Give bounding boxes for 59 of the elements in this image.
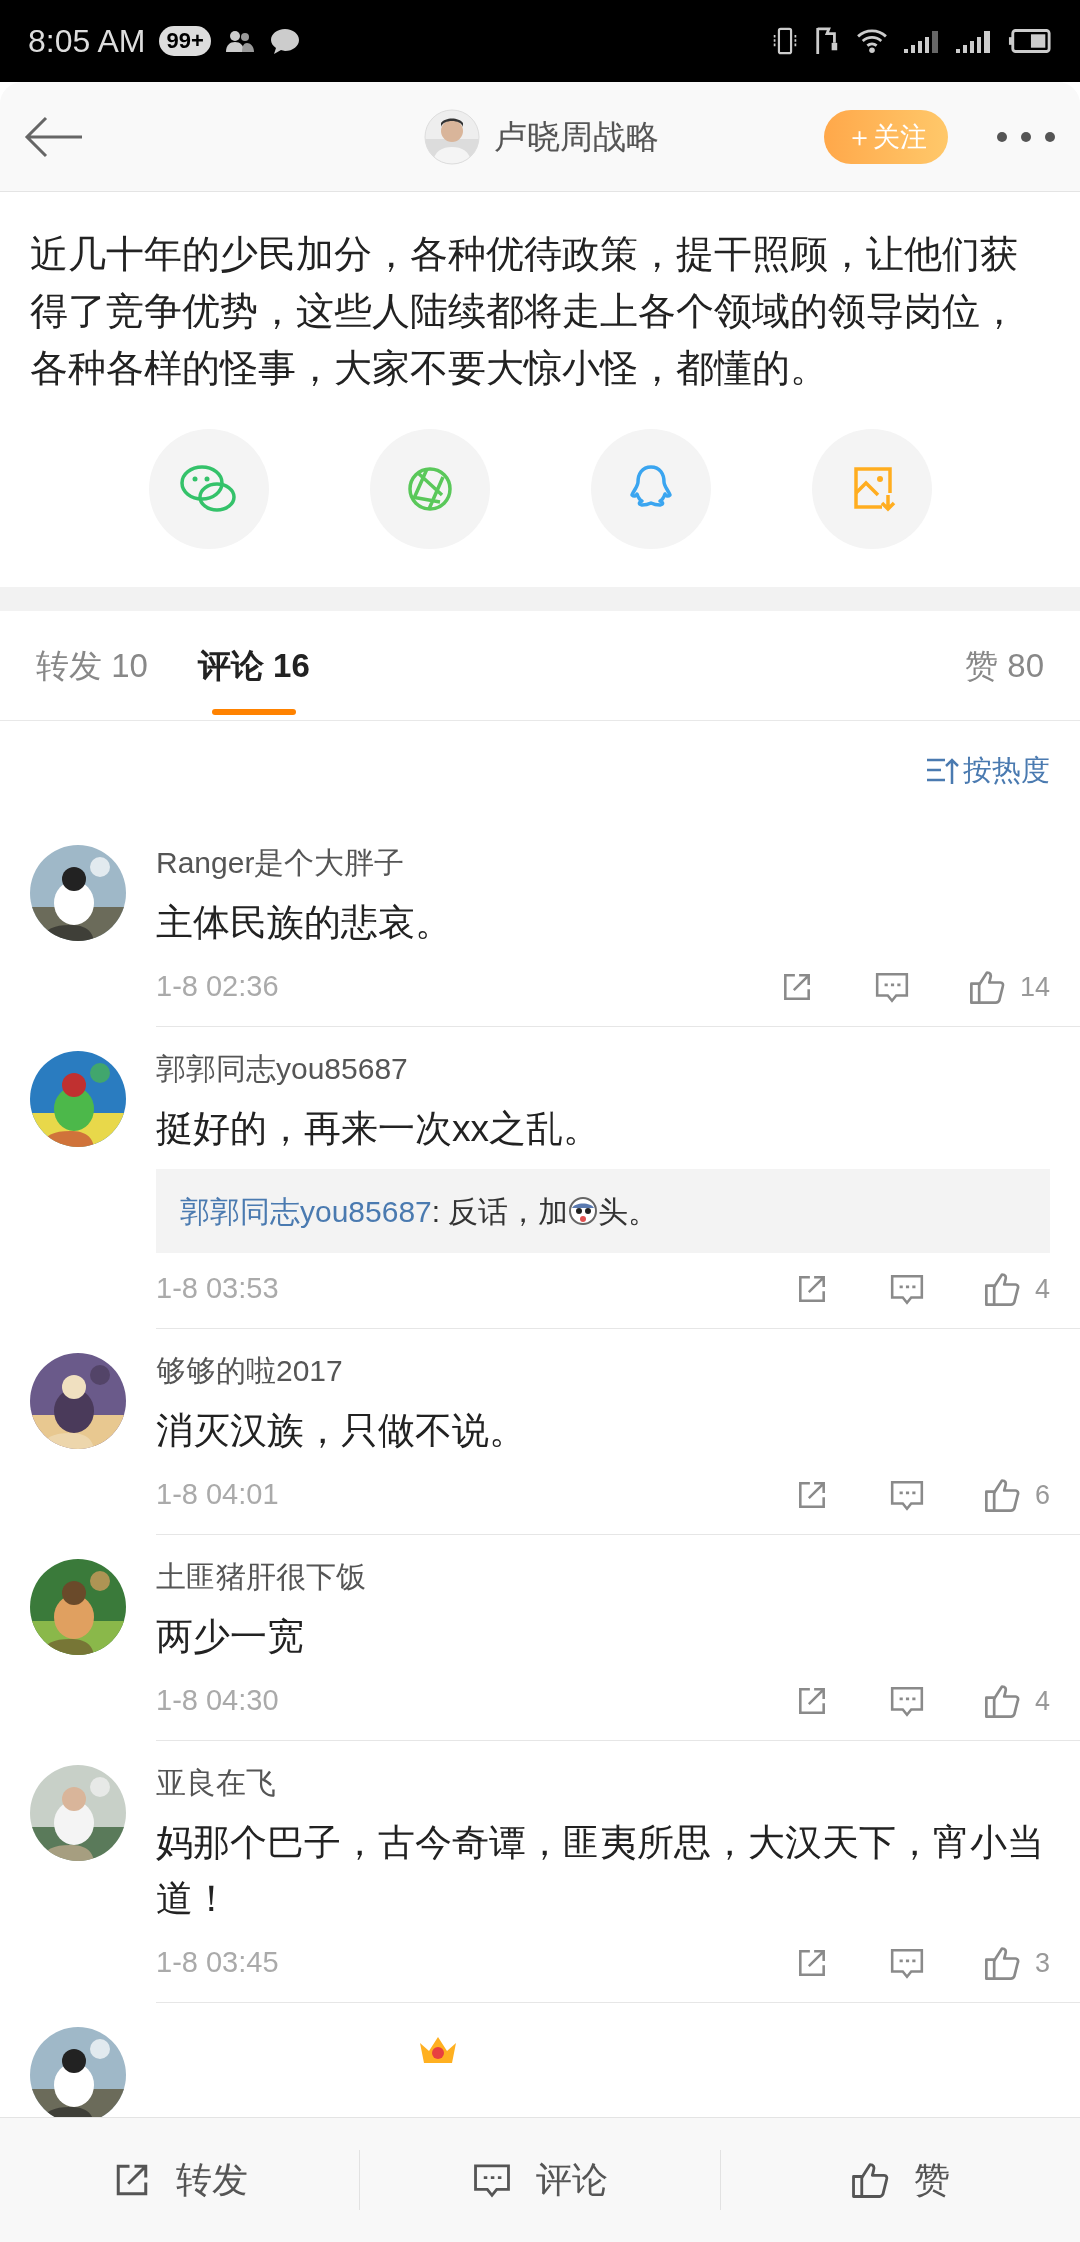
- commenter-name[interactable]: 亚良在飞: [156, 1761, 1050, 1805]
- reply-text: 头。: [598, 1193, 659, 1230]
- profile-name: 卢晓周战略: [494, 117, 659, 158]
- comment-icon[interactable]: [888, 1272, 925, 1306]
- comment-text: 主体民族的悲哀。: [156, 901, 453, 945]
- back-icon[interactable]: [24, 115, 84, 159]
- comment-icon[interactable]: [888, 1478, 925, 1512]
- comment-time: 1-8 02:36: [156, 969, 280, 1005]
- like-button[interactable]: 3: [982, 1942, 1050, 1984]
- comment-icon[interactable]: [873, 970, 910, 1004]
- contacts-icon: [224, 29, 255, 53]
- comment-time: 1-8 04:30: [156, 1683, 280, 1719]
- thumbs-up-icon: [967, 968, 1006, 1006]
- wechat-icon[interactable]: [148, 429, 269, 549]
- notification-badge: 99+: [159, 26, 211, 56]
- tab[interactable]: 评论 16: [197, 610, 310, 721]
- repost-button[interactable]: 转发: [0, 2117, 360, 2242]
- message-icon: [268, 27, 301, 55]
- comment-button[interactable]: 评论: [360, 2117, 720, 2242]
- vibrate-icon: [772, 25, 798, 57]
- comment-time: 1-8 03:45: [156, 1945, 280, 1981]
- commenter-name[interactable]: 郭郭同志you85687: [156, 1047, 1050, 1091]
- reply-author-link[interactable]: 郭郭同志you85687: [180, 1188, 432, 1234]
- sort-icon: [925, 756, 959, 786]
- thumbs-up-icon: [982, 1476, 1021, 1514]
- thumbs-up-icon: [982, 1944, 1021, 1982]
- comment-time: 1-8 03:53: [156, 1271, 280, 1307]
- tab[interactable]: 赞 80: [965, 610, 1044, 721]
- wifi-icon: [856, 28, 888, 54]
- like-button[interactable]: 6: [982, 1474, 1050, 1516]
- commenter-name[interactable]: 够够的啦2017: [156, 1349, 1050, 1393]
- battery-icon: [1008, 27, 1052, 55]
- clock-time: 8:05 AM: [28, 22, 146, 61]
- tab[interactable]: 转发 10: [36, 610, 148, 721]
- aperture-icon[interactable]: [369, 429, 490, 549]
- commenter-name[interactable]: 土匪猪肝很下饭: [156, 1555, 1050, 1599]
- reply-text: : 反话，加: [431, 1193, 569, 1230]
- commenter-name[interactable]: Ranger是个大胖子: [156, 841, 1050, 885]
- comment-icon[interactable]: [888, 1684, 925, 1718]
- save-image-icon[interactable]: [811, 429, 932, 549]
- comment-text: 挺好的，再来一次xx之乱。: [156, 1107, 601, 1151]
- emoji-icon: [568, 1196, 599, 1226]
- comment-text: 消灭汉族，只做不说。: [156, 1409, 527, 1453]
- like-button[interactable]: 4: [982, 1680, 1050, 1722]
- thumbs-up-icon: [850, 2160, 891, 2200]
- thumbs-up-icon: [982, 1682, 1021, 1720]
- sort-button[interactable]: 按热度: [925, 749, 1050, 793]
- like-button[interactable]: 赞: [720, 2117, 1080, 2242]
- post-text: 近几十年的少民加分，各种优待政策，提干照顾，让他们获得了竞争优势，这些人陆续都将走上各个领域的领导岗位，各种各样的怪事，大家不要大惊小怪，都懂的。: [29, 232, 1019, 391]
- penguin-icon[interactable]: [590, 429, 711, 549]
- like-button[interactable]: 14: [967, 966, 1050, 1008]
- more-icon[interactable]: [996, 131, 1056, 143]
- comment-icon[interactable]: [888, 1946, 925, 1980]
- like-button[interactable]: 4: [982, 1268, 1050, 1310]
- thumbs-up-icon: [982, 1270, 1021, 1308]
- comment-text: 两少一宽: [156, 1615, 305, 1659]
- flag-icon: [814, 25, 840, 57]
- comment-text: 妈那个巴子，古今奇谭，匪夷所思，大汉天下，宵小当道！: [156, 1821, 1045, 1921]
- comment-time: 1-8 04:01: [156, 1477, 280, 1513]
